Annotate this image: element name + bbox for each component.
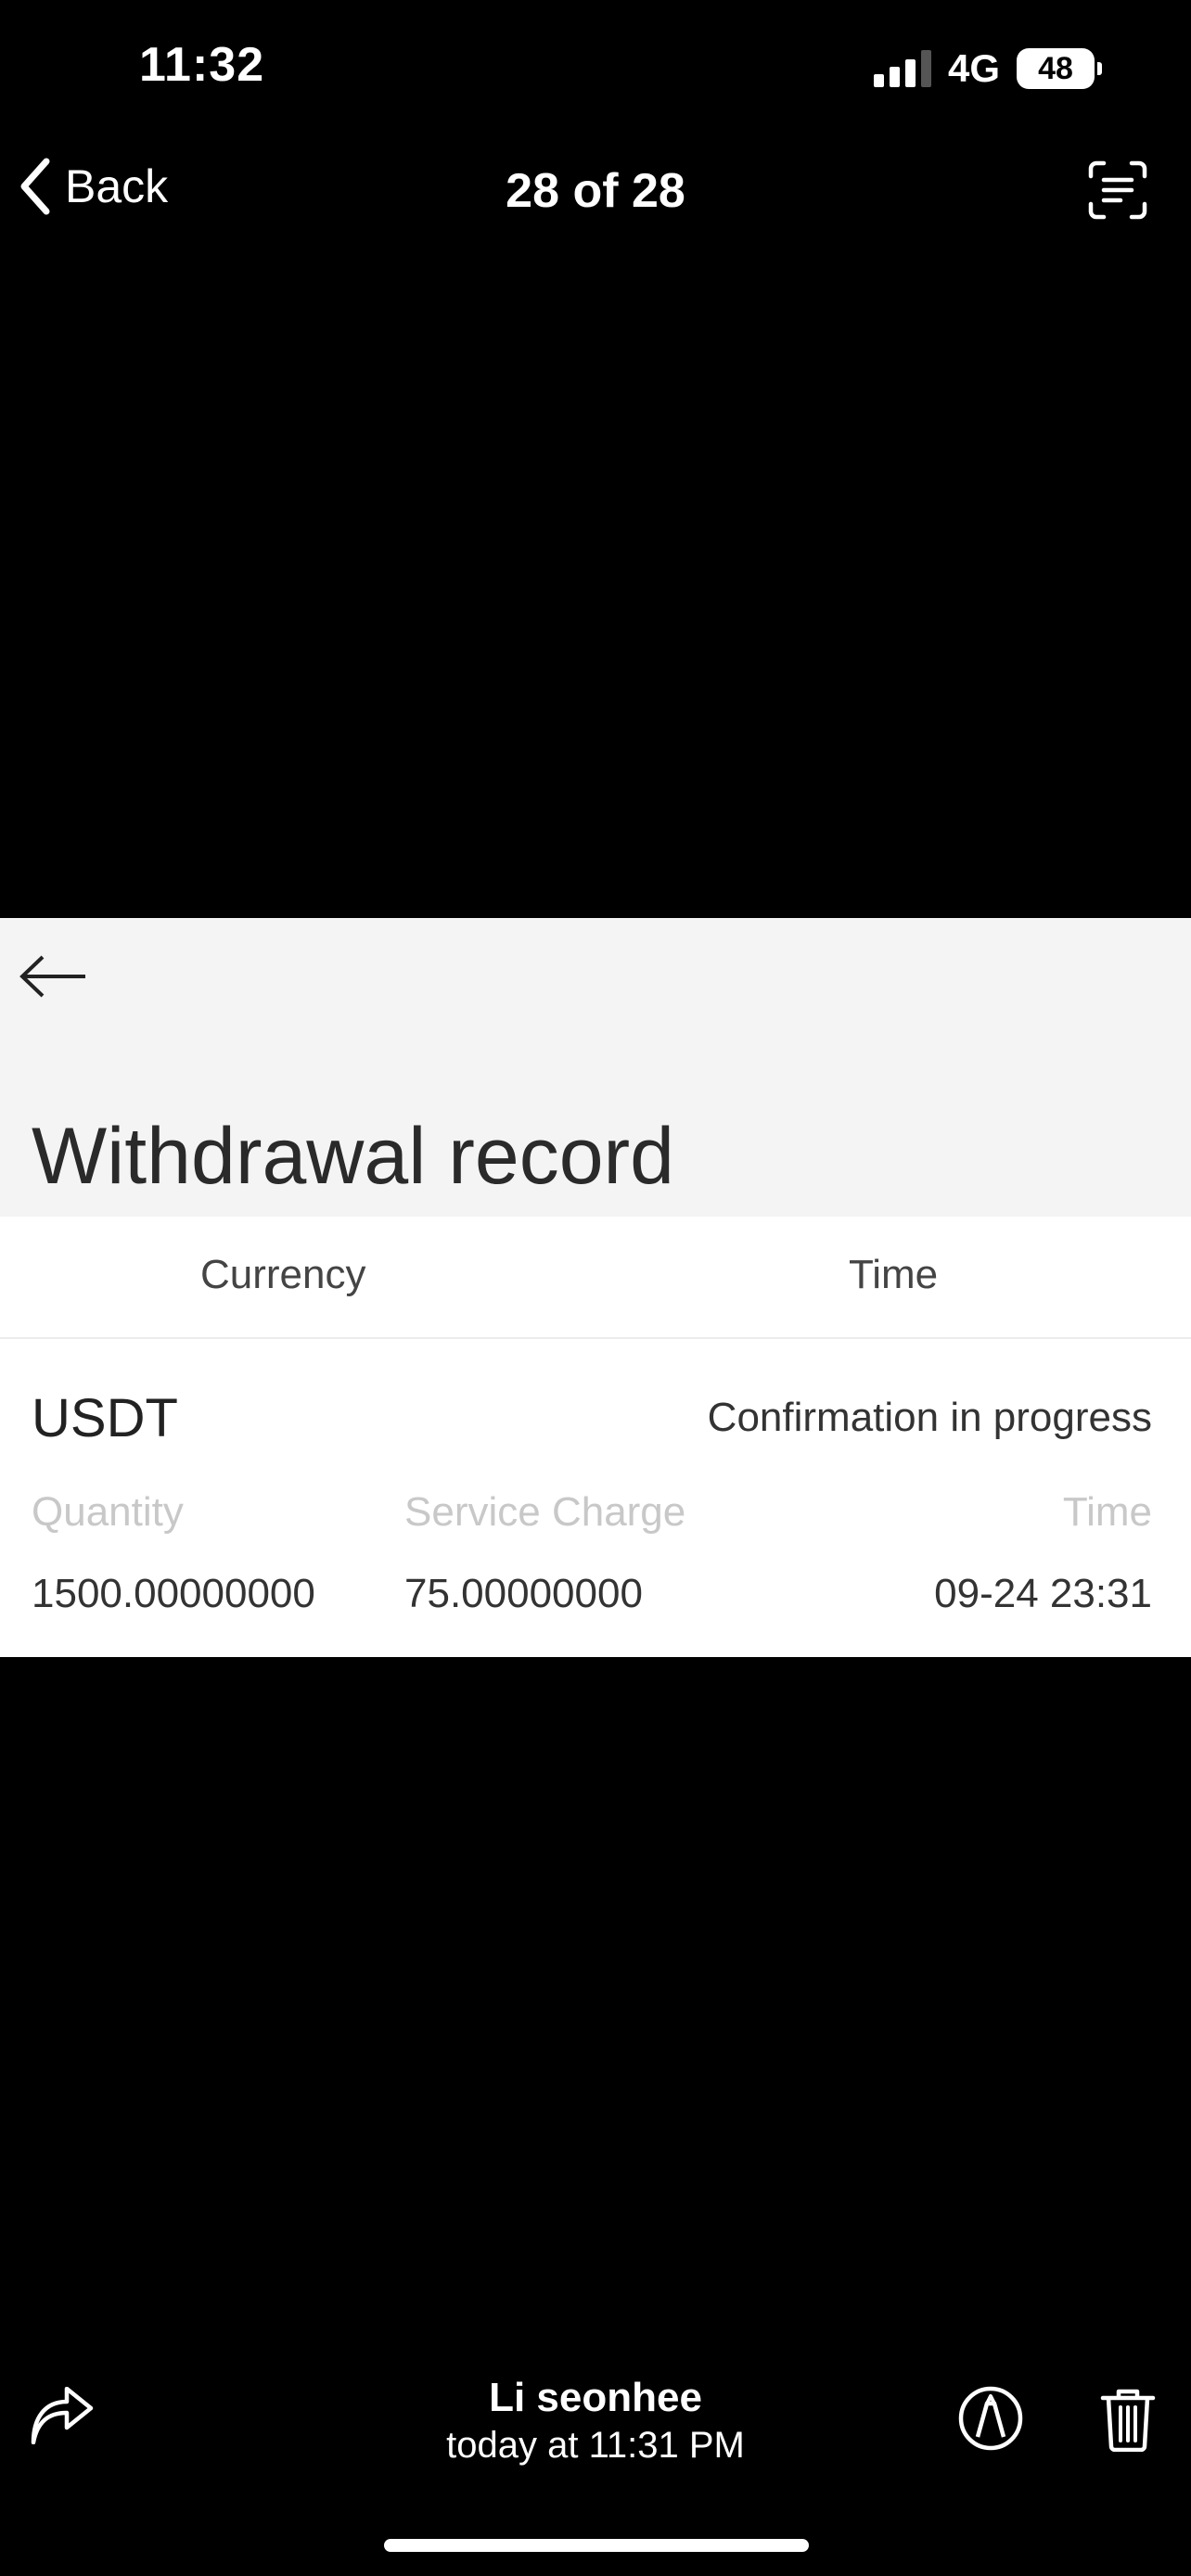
status-indicators: 4G 48 xyxy=(873,46,1102,91)
quantity-value: 1500.00000000 xyxy=(32,1571,315,1616)
live-text-icon xyxy=(1088,160,1147,220)
time-label: Time xyxy=(1062,1489,1152,1535)
status-time: 11:32 xyxy=(139,38,265,92)
arrow-left-icon xyxy=(19,955,85,998)
battery-level: 48 xyxy=(1017,48,1095,89)
page-title: Withdrawal record xyxy=(32,1112,674,1201)
home-indicator[interactable] xyxy=(384,2539,809,2552)
withdrawal-record-row: USDT Confirmation in progress Quantity S… xyxy=(0,1339,1191,1657)
quantity-label: Quantity xyxy=(32,1489,184,1535)
service-charge-label: Service Charge xyxy=(404,1489,686,1535)
record-currency: USDT xyxy=(32,1388,178,1448)
photo-content: Withdrawal record Currency Time USDT Con… xyxy=(0,918,1191,1657)
time-value: 09-24 23:31 xyxy=(934,1571,1152,1616)
markup-button[interactable] xyxy=(957,2385,1024,2456)
delete-button[interactable] xyxy=(1100,2387,1156,2456)
photo-counter: 28 of 28 xyxy=(506,164,685,218)
live-text-button[interactable] xyxy=(1087,159,1148,225)
column-headers: Currency Time xyxy=(0,1217,1191,1339)
photo-header: Withdrawal record xyxy=(0,918,1191,1217)
trash-icon xyxy=(1100,2389,1156,2453)
cellular-signal-icon xyxy=(873,50,931,87)
service-charge-value: 75.00000000 xyxy=(404,1571,643,1616)
network-type: 4G xyxy=(947,46,1000,90)
record-status: Confirmation in progress xyxy=(707,1395,1152,1440)
battery-icon: 48 xyxy=(1017,48,1102,89)
photo-back-button xyxy=(19,953,89,1004)
markup-icon xyxy=(958,2386,1023,2451)
column-currency: Currency xyxy=(200,1252,366,1297)
column-time: Time xyxy=(849,1252,939,1297)
